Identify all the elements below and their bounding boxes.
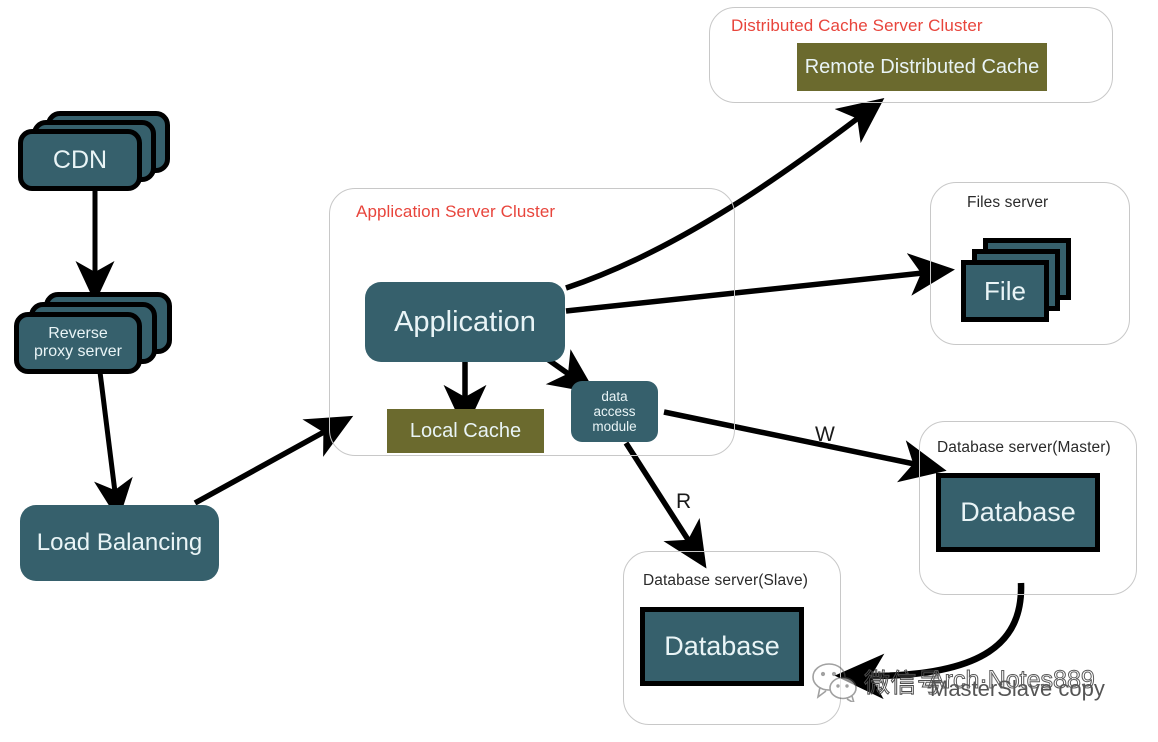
- cluster-database-slave-label: Database server(Slave): [643, 572, 809, 589]
- edge-label-write: W: [815, 423, 835, 446]
- load-balancing-label: Load Balancing: [36, 529, 203, 556]
- data-access-module-label-line2: access: [593, 403, 636, 419]
- cluster-files-server-label: Files server: [967, 194, 1049, 211]
- database-master-label: Database: [960, 497, 1076, 527]
- diagram-canvas: Distributed Cache Server Cluster Applica…: [0, 0, 1158, 742]
- cluster-application-server-label: Application Server Cluster: [356, 202, 556, 221]
- node-cdn[interactable]: CDN: [18, 111, 170, 191]
- data-access-module-label-line1: data: [601, 388, 628, 404]
- reverse-proxy-card-front: Reverse proxy server: [14, 312, 142, 374]
- node-reverse-proxy-server[interactable]: Reverse proxy server: [14, 292, 172, 374]
- node-remote-distributed-cache[interactable]: Remote Distributed Cache: [797, 43, 1047, 91]
- edge-master-to-slave-copy: [834, 582, 1025, 700]
- node-data-access-module[interactable]: data access module: [571, 381, 658, 442]
- edge-label-master-slave-copy: MasterSlave copy: [930, 676, 1105, 701]
- application-label: Application: [394, 305, 536, 338]
- cluster-database-master-label: Database server(Master): [937, 439, 1111, 456]
- node-application[interactable]: Application: [365, 282, 565, 362]
- node-database-slave[interactable]: Database: [640, 607, 804, 686]
- reverse-proxy-label-line2: proxy server: [33, 343, 123, 360]
- node-database-master[interactable]: Database: [936, 473, 1100, 552]
- cdn-card-front: CDN: [18, 129, 142, 191]
- database-slave-label: Database: [664, 631, 780, 661]
- edge-load-balancing-to-app-cluster: [193, 415, 354, 506]
- cluster-distributed-cache-label: Distributed Cache Server Cluster: [731, 16, 983, 35]
- data-access-module-label-line3: module: [592, 419, 637, 435]
- file-card-front: File: [961, 260, 1049, 322]
- file-label: File: [984, 275, 1026, 306]
- reverse-proxy-label-line1: Reverse: [48, 325, 108, 343]
- edge-label-read: R: [676, 490, 692, 513]
- local-cache-label: Local Cache: [409, 419, 522, 442]
- remote-distributed-cache-label: Remote Distributed Cache: [804, 55, 1040, 78]
- edge-reverse-proxy-to-load-balancing: [94, 371, 133, 521]
- cdn-label: CDN: [52, 145, 108, 174]
- node-file[interactable]: File: [961, 238, 1071, 322]
- node-load-balancing[interactable]: Load Balancing: [20, 505, 219, 581]
- node-local-cache[interactable]: Local Cache: [387, 409, 544, 453]
